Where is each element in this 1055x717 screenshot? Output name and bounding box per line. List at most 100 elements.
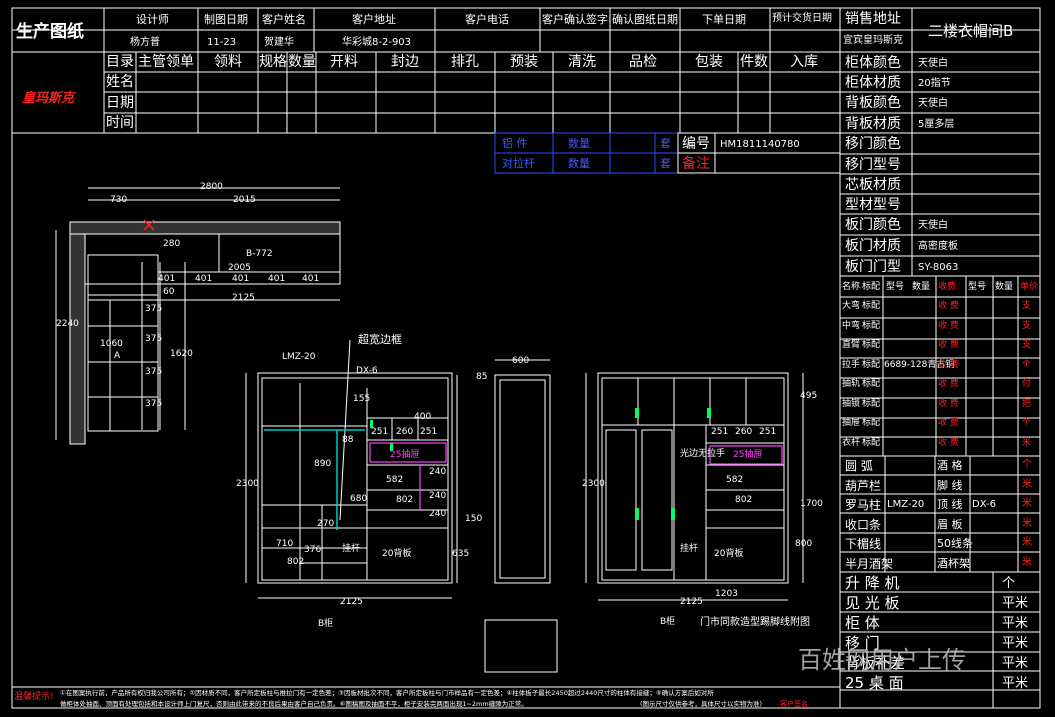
- remark-label: 备注: [682, 156, 710, 172]
- trim-name: 葫芦栏: [845, 478, 882, 493]
- elevation-b-label: 25抽屉: [390, 450, 420, 460]
- customer-address-value: 华彩城8-2-903: [342, 37, 412, 48]
- spec-value: 高密度板: [918, 241, 958, 252]
- footer-note: (图示尺寸仅供参考，具体尺寸以实物为准): [640, 700, 763, 708]
- header-col-customer-address: 客户地址: [352, 13, 396, 26]
- header-col-delivery-date: 预计交货日期: [772, 13, 832, 24]
- elevation-b-label: 710: [276, 539, 294, 549]
- unit-measure: 平米: [1002, 616, 1029, 631]
- elevation-b-label: 890: [314, 459, 332, 469]
- header-col-draw-date: 制图日期: [204, 13, 248, 26]
- elevation-b: [245, 339, 453, 599]
- elevation-c-label: 2125: [680, 597, 703, 607]
- trim-name: 圆 弧: [845, 459, 873, 473]
- elevation-c-label: 260: [735, 427, 753, 437]
- process-col-preassembly: 预装: [510, 54, 538, 70]
- elevation-b-label: LMZ-20: [282, 352, 316, 362]
- process-col-packing: 包装: [695, 54, 723, 70]
- unit-label: 见 光 板: [845, 594, 900, 612]
- hardware-rod-qty-label: 数量: [568, 157, 590, 170]
- hardware-rod-label: 对拉杆: [502, 157, 535, 170]
- sales-address-label: 销售地址: [845, 11, 901, 27]
- plan-dimension: 375: [145, 367, 163, 377]
- elevation-c-label: 2300: [582, 479, 605, 489]
- elevation-b-label: 88: [342, 435, 354, 445]
- watermark: 百姓网用户上传: [798, 646, 966, 674]
- elevation-b-label: 20背板: [382, 549, 412, 559]
- part-fee: 收 费: [938, 437, 959, 448]
- unit-label: 柜 体: [845, 614, 880, 632]
- process-col-warehouse: 入库: [790, 54, 818, 70]
- spec-label: 板门门型: [845, 259, 901, 275]
- trim-name-2: 眉 板: [937, 517, 963, 531]
- trim-name-2: 顶 线: [937, 498, 963, 511]
- part-standard: 标配: [862, 320, 881, 331]
- spec-label: 板门材质: [845, 238, 901, 254]
- part-fee: 收 费: [938, 359, 959, 370]
- part-standard: 标配: [862, 437, 881, 448]
- part-standard: 标配: [862, 398, 881, 409]
- elevation-b-label: 400: [414, 412, 432, 422]
- parts-header-cell: 标配: [862, 282, 881, 292]
- elevation-c-label: 1203: [715, 589, 738, 599]
- plan-dimension: A: [114, 351, 121, 361]
- trim-unit: 个: [1022, 459, 1032, 470]
- spec-value: 天使白: [918, 220, 948, 231]
- part-unit: 个: [1022, 418, 1032, 428]
- spec-value: 20指节: [918, 78, 951, 89]
- elevation-b-label: 240: [429, 491, 447, 501]
- part-fee: 收 费: [938, 379, 959, 389]
- process-col-cutting: 开料: [330, 54, 358, 70]
- plan-dimension: 401: [195, 274, 213, 284]
- part-standard: 标配: [862, 418, 881, 428]
- hardware-aluminium-qty-label: 数量: [568, 137, 590, 150]
- elevation-b-label: 680: [350, 494, 368, 504]
- part-name: 抽屉: [842, 418, 861, 428]
- header-col-designer: 设计师: [136, 13, 169, 26]
- part-unit: 付: [1022, 379, 1032, 389]
- plan-dimension: 60: [163, 287, 175, 297]
- elevation-b-label: 376: [304, 545, 322, 555]
- plan-dimension: 280: [163, 239, 181, 249]
- elevation-b-label: 2300: [236, 479, 259, 489]
- elevation-b-label: 155: [353, 394, 371, 404]
- plan-dimension: 730: [110, 195, 128, 205]
- unit-measure: 平米: [1002, 596, 1029, 611]
- elevation-b-label: 802: [396, 495, 414, 505]
- side-dimension: 600: [512, 356, 530, 366]
- document-title: 生产图纸: [16, 22, 84, 42]
- trim-model-2: DX-6: [972, 499, 997, 510]
- trim-unit: 米: [1022, 537, 1032, 548]
- spec-label: 移门颜色: [845, 136, 901, 152]
- plan-dimension: 401: [232, 274, 250, 284]
- spec-label: 柜体材质: [845, 75, 901, 91]
- elevation-c-label: 挂杆: [680, 544, 699, 554]
- part-name: 抽锁: [842, 398, 861, 409]
- plan-dimension: 2800: [200, 182, 223, 192]
- process-col-count: 件数: [740, 54, 768, 70]
- plan-dimension: 401: [302, 274, 320, 284]
- brand-logo: 皇玛斯克: [22, 91, 75, 106]
- process-col-drilling: 排孔: [451, 54, 479, 70]
- part-standard: 标配: [862, 340, 881, 350]
- plan-dimension: 2005: [228, 263, 251, 273]
- parts-header-cell: 数量: [912, 282, 931, 292]
- trim-unit: 米: [1022, 556, 1032, 568]
- trim-name: 下楣线: [845, 537, 882, 551]
- unit-measure: 平米: [1002, 636, 1029, 651]
- part-unit: 支: [1022, 340, 1032, 350]
- header-col-customer-signature: 客户确认签字: [542, 13, 608, 26]
- process-row-name: 姓名: [106, 74, 134, 90]
- unit-measure: 个: [1002, 576, 1016, 591]
- process-row-time: 时间: [106, 115, 134, 131]
- header-col-customer-name: 客户姓名: [262, 13, 306, 26]
- elevation-c: [585, 372, 804, 601]
- plan-dimension: 2240: [56, 319, 79, 329]
- parts-header-cell: 名称: [842, 282, 861, 292]
- designer-value: 杨方普: [130, 37, 160, 48]
- unit-label: 25 桌 面: [845, 674, 904, 692]
- header-col-confirm-date: 确认图纸日期: [612, 13, 678, 26]
- spec-label: 背板颜色: [845, 95, 901, 111]
- sales-address-value: 宜宾皇玛斯克: [843, 35, 903, 46]
- spec-value: 天使白: [918, 98, 948, 109]
